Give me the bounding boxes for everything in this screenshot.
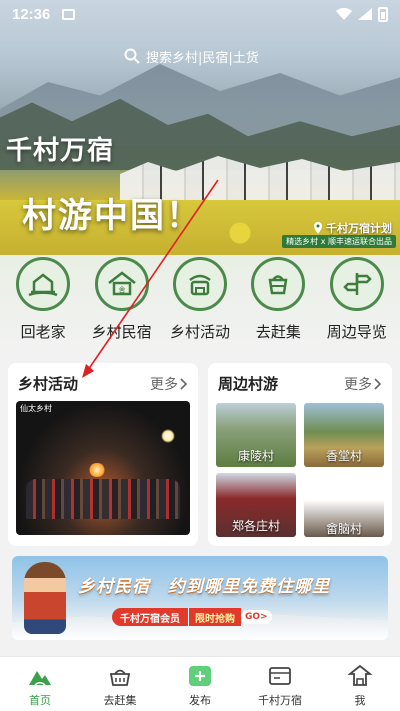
category-row: 回老家 舍 乡村民宿 乡村活动 去赶集 周边导览 — [0, 255, 400, 350]
nav-market[interactable]: 去赶集 — [80, 657, 160, 711]
go-button[interactable]: GO> — [241, 610, 272, 624]
hero-slogan-line2: 村游中国！ — [22, 196, 202, 236]
nav-me[interactable]: 我 — [320, 657, 400, 711]
signpost-icon — [329, 257, 384, 311]
plan-tag-text: 千村万宿计划 — [326, 222, 392, 235]
wifi-icon — [336, 8, 352, 20]
profile-icon — [347, 664, 373, 686]
category-label: 周边导览 — [326, 323, 387, 341]
category-market[interactable]: 去赶集 — [240, 255, 316, 350]
village-name: 郑各庄村 — [231, 519, 280, 533]
market-basket-icon — [251, 257, 306, 311]
category-hometown[interactable]: 回老家 — [5, 255, 81, 350]
chevron-right-icon — [374, 377, 382, 390]
nav-label: 发布 — [189, 694, 211, 707]
activity-photo[interactable]: 仙太乡村 — [16, 401, 190, 535]
search-icon — [124, 48, 140, 64]
nav-label: 首页 — [29, 694, 51, 707]
activities-title: 乡村活动 — [18, 375, 79, 393]
more-label: 更多 — [344, 376, 372, 393]
basket-icon — [109, 669, 131, 686]
home-village-icon — [16, 257, 71, 311]
category-label: 乡村活动 — [169, 323, 230, 341]
light-glow — [161, 429, 175, 443]
plan-subtitle: 精选乡村 x 顺丰速运联合出品 — [282, 235, 396, 248]
category-label: 去赶集 — [255, 323, 301, 341]
activities-card: 乡村活动 更多 仙太乡村 — [8, 363, 198, 546]
promo-banner[interactable]: 乡村民宿 约到哪里免费住哪里 千村万宿会员 限时抢购 GO> — [12, 556, 388, 640]
svg-text:舍: 舍 — [118, 285, 125, 294]
hero-banner[interactable]: 千村万宿 村游中国！ 千村万宿计划 精选乡村 x 顺丰速运联合出品 — [0, 0, 400, 255]
village-name: 康陵村 — [237, 449, 274, 463]
signal-icon — [358, 8, 372, 20]
location-pin-icon — [314, 222, 322, 234]
category-guesthouse[interactable]: 舍 乡村民宿 — [84, 255, 160, 350]
category-label: 回老家 — [20, 323, 66, 341]
hero-slogan-line1: 千村万宿 — [6, 136, 115, 166]
promo-label: 限时抢购 — [188, 608, 241, 626]
plus-icon — [189, 666, 211, 686]
search-placeholder: 搜索乡村|民宿|土货 — [146, 50, 259, 66]
nav-label: 我 — [354, 694, 366, 707]
plan-tag: 千村万宿计划 — [313, 220, 392, 236]
image-notification-icon — [62, 8, 76, 20]
nav-villages[interactable]: 千村万宿 — [240, 657, 320, 711]
nearby-villages-card: 周边村游 更多 康陵村 香堂村 郑各庄村 畲脑村 — [208, 363, 392, 546]
status-bar: 12:36 — [0, 0, 400, 28]
nav-label: 去赶集 — [103, 694, 137, 707]
activities-more-link[interactable]: 更多 — [150, 374, 188, 394]
village-tile[interactable]: 香堂村 — [304, 403, 384, 467]
villages-more-link[interactable]: 更多 — [344, 374, 382, 394]
battery-icon — [378, 6, 388, 22]
village-tile[interactable]: 畲脑村 — [304, 473, 384, 537]
crowd — [26, 479, 180, 519]
card-icon — [269, 667, 291, 685]
category-label: 乡村民宿 — [91, 323, 152, 341]
category-activity[interactable]: 乡村活动 — [162, 255, 238, 350]
village-tile[interactable]: 康陵村 — [216, 403, 296, 467]
member-label: 千村万宿会员 — [112, 608, 188, 626]
promo-pill[interactable]: 千村万宿会员 限时抢购 GO> — [112, 608, 275, 626]
village-name: 香堂村 — [325, 449, 362, 463]
guesthouse-icon: 舍 — [94, 257, 149, 311]
activity-icon — [172, 257, 227, 311]
photo-watermark: 仙太乡村 — [20, 404, 52, 413]
bottom-nav: 首页 去赶集 发布 千村万宿 我 — [0, 656, 400, 711]
nav-publish[interactable]: 发布 — [160, 657, 240, 711]
banner-headline: 乡村民宿 约到哪里免费住哪里 — [78, 577, 330, 597]
village-name: 畲脑村 — [304, 500, 384, 537]
search-bar[interactable]: 搜索乡村|民宿|土货 — [124, 44, 324, 68]
more-label: 更多 — [150, 376, 178, 393]
chevron-right-icon — [180, 377, 188, 390]
home-mountain-icon — [29, 671, 51, 686]
villages-title: 周边村游 — [218, 375, 279, 393]
nav-label: 千村万宿 — [258, 694, 302, 707]
status-time: 12:36 — [12, 5, 51, 23]
nav-home[interactable]: 首页 — [0, 657, 80, 711]
village-tile[interactable]: 郑各庄村 — [216, 473, 296, 537]
bonfire — [88, 463, 106, 477]
category-nearby-guide[interactable]: 周边导览 — [319, 255, 395, 350]
mascot-illustration — [24, 562, 66, 634]
